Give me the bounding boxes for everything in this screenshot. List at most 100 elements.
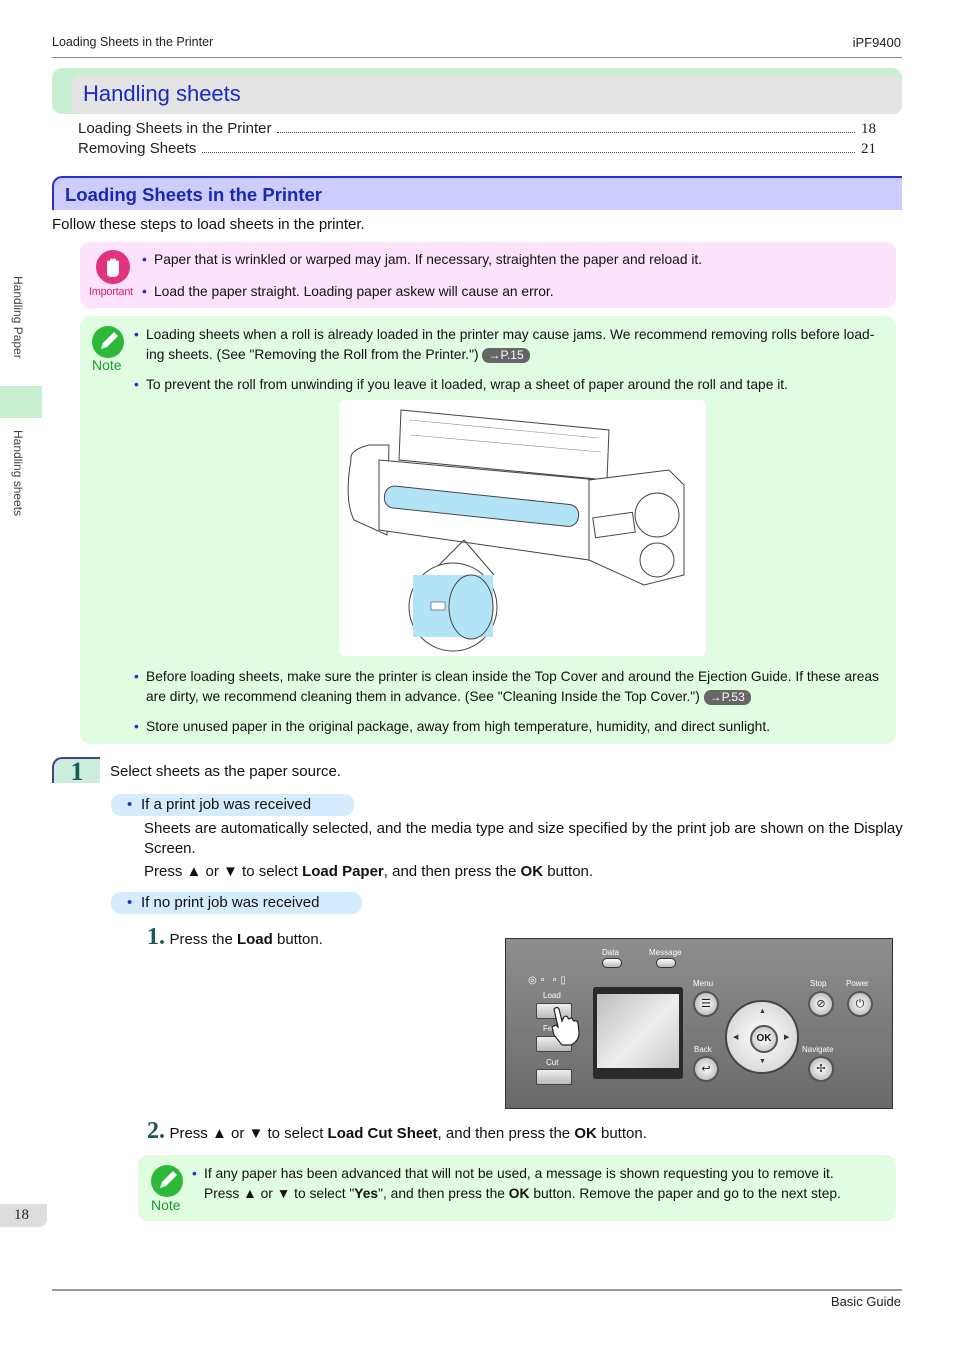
chapter-title: Handling sheets xyxy=(83,81,241,106)
section-intro: Follow these steps to load sheets in the… xyxy=(52,216,365,233)
note-item: • If any paper has been advanced that wil… xyxy=(192,1164,884,1204)
text: Press ▲ or ▼ to select xyxy=(169,1125,328,1142)
text: ", and then press the xyxy=(378,1186,509,1201)
menu-item-name: Load Paper xyxy=(302,863,384,880)
text: button. xyxy=(596,1125,647,1142)
right-arrow-icon[interactable]: ▶ xyxy=(784,1033,789,1041)
substep-2: 2. Press ▲ or ▼ to select Load Cut Sheet… xyxy=(147,1118,647,1145)
toc-label[interactable]: Removing Sheets xyxy=(78,140,196,157)
ok-button[interactable]: OK xyxy=(750,1025,778,1053)
bullet-icon: • xyxy=(134,377,139,392)
running-header-right: iPF9400 xyxy=(852,35,901,50)
bullet-icon: • xyxy=(134,669,139,684)
toc-page[interactable]: 18 xyxy=(861,121,876,138)
note-item-text: Before loading sheets, make sure the pri… xyxy=(146,669,879,704)
left-arrow-icon[interactable]: ◀ xyxy=(733,1033,738,1041)
important-item-text: Paper that is wrinkled or warped may jam… xyxy=(154,252,703,267)
text: , and then press the xyxy=(437,1125,575,1142)
back-button[interactable]: ↩ xyxy=(693,1056,719,1082)
toc-entry[interactable]: Loading Sheets in the Printer 18 xyxy=(78,120,876,138)
note-label: Note xyxy=(92,357,122,373)
printer-roll-illustration xyxy=(339,400,706,656)
note-item: • To prevent the roll from unwinding if y… xyxy=(134,375,886,395)
side-tab-handling-sheets[interactable]: Handling sheets xyxy=(11,430,25,516)
pencil-icon xyxy=(92,326,124,358)
data-lamp xyxy=(602,958,622,968)
bullet-icon: • xyxy=(127,796,133,813)
step-number: 1 xyxy=(52,757,100,785)
stop-label: Stop xyxy=(810,979,827,988)
stop-button[interactable]: ⊘ xyxy=(808,991,834,1017)
bullet-icon: • xyxy=(142,284,147,299)
menu-button[interactable]: ☰ xyxy=(693,991,719,1017)
substep-number: 2. xyxy=(147,1118,165,1144)
step-text: Select sheets as the paper source. xyxy=(110,763,341,780)
down-arrow-icon[interactable]: ▼ xyxy=(759,1058,766,1065)
cut-button[interactable] xyxy=(536,1069,572,1085)
note-item-text: To prevent the roll from unwinding if yo… xyxy=(146,377,788,392)
case-heading-label: If no print job was received xyxy=(141,894,320,911)
button-name: OK xyxy=(508,1186,530,1201)
text: , and then press the xyxy=(383,863,521,880)
display-screen xyxy=(593,987,683,1079)
button-name: OK xyxy=(574,1125,597,1142)
page-reference-link[interactable]: →P.53 xyxy=(703,689,751,705)
bullet-icon: • xyxy=(127,894,133,911)
menu-label: Menu xyxy=(693,979,714,988)
message-lamp xyxy=(656,958,676,968)
power-button[interactable]: ⏻ xyxy=(847,991,873,1017)
side-tab-marker xyxy=(0,386,42,418)
important-label: Important xyxy=(89,286,133,298)
hand-stop-icon xyxy=(96,250,130,284)
toc-leader xyxy=(202,152,855,153)
text: button. xyxy=(543,863,594,880)
bullet-icon: • xyxy=(134,327,139,342)
bullet-icon: • xyxy=(192,1166,197,1181)
note-item: • Store unused paper in the original pack… xyxy=(134,717,891,737)
back-label: Back xyxy=(694,1045,712,1054)
note-item: • Before loading sheets, make sure the pr… xyxy=(134,667,891,707)
data-label: Data xyxy=(602,948,619,957)
note-item: • Loading sheets when a roll is already l… xyxy=(134,325,886,365)
note-item-text: Store unused paper in the original packa… xyxy=(146,719,771,734)
case-a-instruction: Press ▲ or ▼ to select Load Paper, and t… xyxy=(144,862,593,882)
important-item: • Paper that is wrinkled or warped may ja… xyxy=(142,250,884,270)
important-item-text: Load the paper straight. Loading paper a… xyxy=(154,284,554,299)
pointing-hand-icon xyxy=(551,1006,580,1046)
text: button. xyxy=(272,931,323,948)
up-arrow-icon[interactable]: ▲ xyxy=(759,1008,766,1015)
toc-label[interactable]: Loading Sheets in the Printer xyxy=(78,120,271,137)
text: Press ▲ or ▼ to select xyxy=(144,863,303,880)
bullet-icon: • xyxy=(142,252,147,267)
navigate-label: Navigate xyxy=(802,1045,834,1054)
note-item-text: If any paper has been advanced that will… xyxy=(204,1166,834,1181)
cut-label: Cut xyxy=(546,1058,559,1067)
section-title: Loading Sheets in the Printer xyxy=(65,184,322,205)
substep-1: 1. Press the Load button. xyxy=(147,924,323,951)
case-heading-label: If a print job was received xyxy=(141,796,312,813)
menu-item-name: Load Cut Sheet xyxy=(327,1125,438,1142)
footer-rule xyxy=(52,1289,902,1291)
page-number: 18 xyxy=(0,1204,47,1227)
bullet-icon: • xyxy=(134,719,139,734)
option-name: Yes xyxy=(354,1186,379,1201)
page-reference-link[interactable]: →P.15 xyxy=(482,347,530,363)
text: Press the xyxy=(169,931,237,948)
text: Press ▲ or ▼ to select " xyxy=(204,1186,355,1201)
arrow-dpad[interactable]: ▲ ▼ ◀ ▶ OK xyxy=(725,1000,799,1074)
case-heading: • If a print job was received xyxy=(111,794,354,816)
toc-entry[interactable]: Removing Sheets 21 xyxy=(78,140,876,158)
substep-number: 1. xyxy=(147,924,165,950)
control-panel-illustration: Data Message ◎ ∘ ∘ ▯ Load Feed Cut Menu … xyxy=(505,938,893,1109)
toc-page[interactable]: 21 xyxy=(861,141,876,158)
header-rule xyxy=(52,57,902,58)
button-name: OK xyxy=(520,863,544,880)
side-tab-handling-paper[interactable]: Handling Paper xyxy=(11,276,25,359)
important-item: • Load the paper straight. Loading paper … xyxy=(142,282,884,302)
toc-leader xyxy=(277,132,855,133)
navigate-button[interactable]: ✢ xyxy=(808,1056,834,1082)
case-a-description: Sheets are automatically selected, and t… xyxy=(144,820,903,857)
roll-indicator-icon: ◎ ∘ ∘ ▯ xyxy=(528,975,566,986)
pencil-icon xyxy=(151,1165,183,1197)
running-header-left: Loading Sheets in the Printer xyxy=(52,35,214,49)
